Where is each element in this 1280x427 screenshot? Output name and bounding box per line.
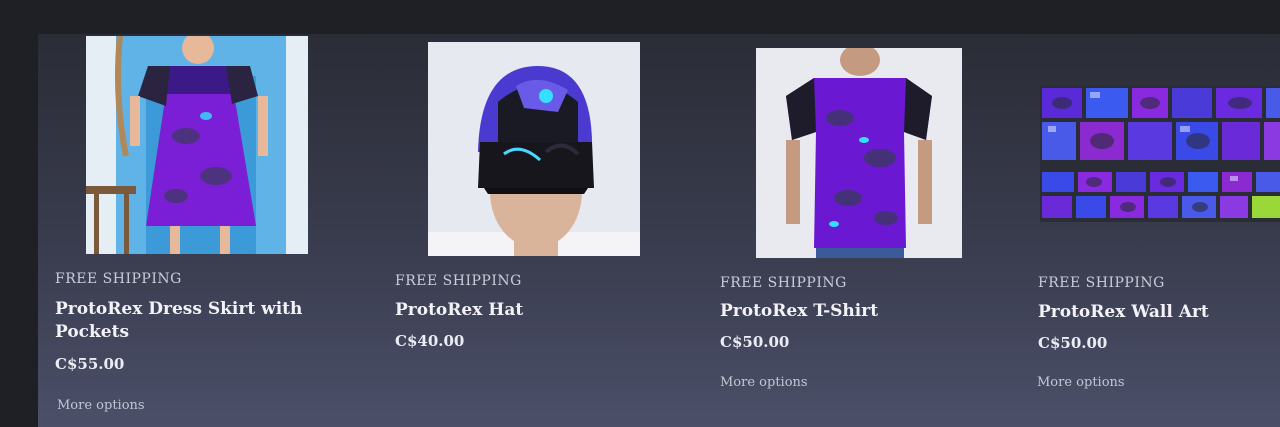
product-title[interactable]: ProtoRex Wall Art bbox=[1038, 301, 1268, 324]
free-shipping-badge: FREE SHIPPING bbox=[720, 275, 847, 291]
product-title[interactable]: ProtoRex Dress Skirt with Pockets bbox=[55, 298, 315, 344]
product-card-tshirt[interactable]: FREE SHIPPING ProtoRex T-Shirt C$50.00 M… bbox=[702, 34, 1002, 427]
product-card-dress[interactable]: FREE SHIPPING ProtoRex Dress Skirt with … bbox=[38, 34, 358, 427]
hat-product-image[interactable] bbox=[428, 42, 640, 256]
product-card-wall-art[interactable]: FREE SHIPPING ProtoRex Wall Art C$50.00 … bbox=[1022, 34, 1280, 427]
free-shipping-badge: FREE SHIPPING bbox=[1038, 275, 1165, 291]
product-title[interactable]: ProtoRex Hat bbox=[395, 299, 645, 322]
wall-art-product-image[interactable] bbox=[1040, 86, 1280, 222]
dress-product-image[interactable] bbox=[86, 36, 308, 254]
product-grid: FREE SHIPPING ProtoRex Dress Skirt with … bbox=[38, 34, 1280, 427]
more-options-link[interactable]: More options bbox=[1037, 375, 1125, 390]
more-options-link[interactable]: More options bbox=[720, 375, 808, 390]
product-price: C$55.00 bbox=[55, 355, 125, 373]
free-shipping-badge: FREE SHIPPING bbox=[55, 271, 182, 287]
product-title[interactable]: ProtoRex T-Shirt bbox=[720, 300, 990, 323]
product-price: C$40.00 bbox=[395, 332, 465, 350]
free-shipping-badge: FREE SHIPPING bbox=[395, 273, 522, 289]
product-price: C$50.00 bbox=[720, 333, 790, 351]
more-options-link[interactable]: More options bbox=[57, 398, 145, 413]
product-price: C$50.00 bbox=[1038, 334, 1108, 352]
product-card-hat[interactable]: FREE SHIPPING ProtoRex Hat C$40.00 bbox=[378, 34, 668, 427]
tshirt-product-image[interactable] bbox=[756, 48, 962, 258]
